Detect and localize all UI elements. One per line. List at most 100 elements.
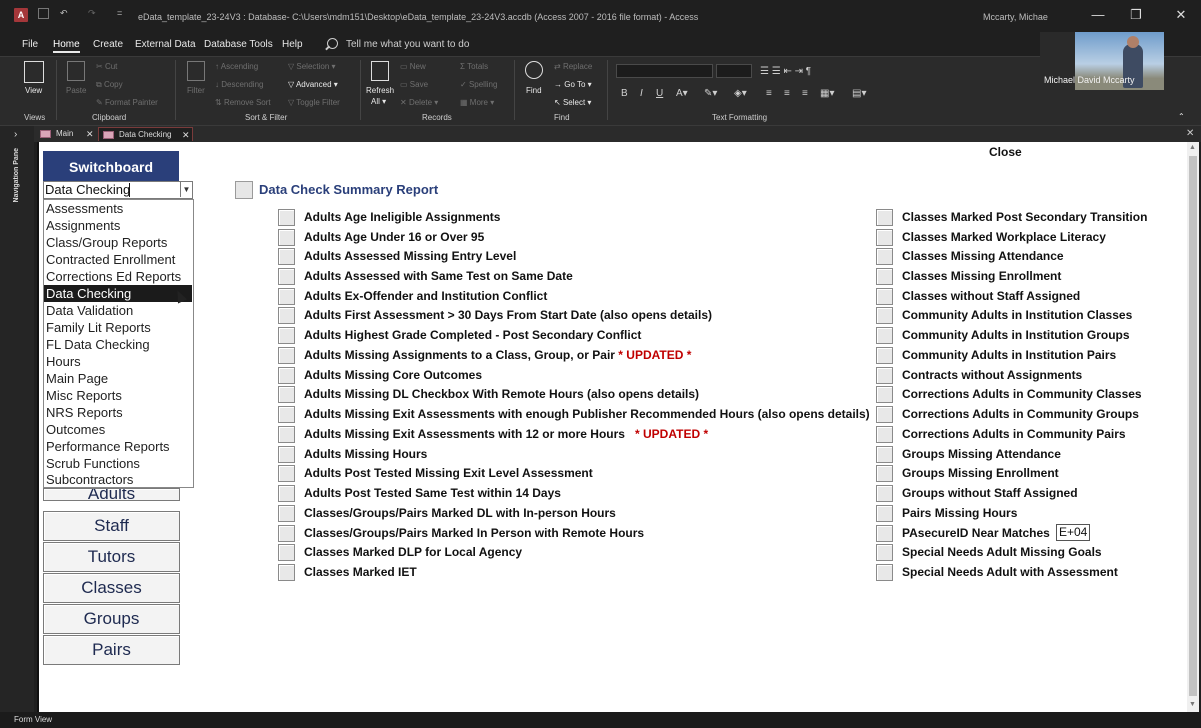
dropdown-option[interactable]: Corrections Ed Reports	[44, 268, 192, 285]
expand-nav-icon[interactable]: ›	[14, 129, 17, 140]
replace-button[interactable]: ⇄ Replace	[554, 62, 592, 71]
find-button[interactable]: Find	[526, 86, 542, 95]
advanced-button[interactable]: ▽ Advanced ▾	[288, 80, 338, 89]
report-button[interactable]	[876, 544, 893, 561]
scrollbar-thumb[interactable]	[1189, 156, 1197, 696]
refresh-all-sub[interactable]: All ▾	[371, 97, 386, 106]
tab-main[interactable]: Main ✕	[36, 127, 96, 141]
collapse-ribbon-icon[interactable]: ⌃	[1178, 112, 1185, 121]
dropdown-option[interactable]: Contracted Enrollment	[44, 251, 192, 268]
vertical-scrollbar[interactable]: ▲ ▼	[1187, 142, 1199, 712]
close-window-icon[interactable]: ✕	[1174, 8, 1188, 22]
menu-database-tools[interactable]: Database Tools	[204, 39, 273, 50]
report-button[interactable]	[876, 426, 893, 443]
report-button[interactable]	[876, 307, 893, 324]
font-name-combo[interactable]	[616, 64, 713, 78]
navigation-pane[interactable]	[0, 126, 34, 714]
minimize-icon[interactable]: —	[1091, 8, 1105, 22]
underline-button[interactable]: U	[656, 88, 663, 99]
customize-qat-icon[interactable]: =	[117, 8, 122, 18]
copy-button[interactable]: ⧉ Copy	[96, 80, 123, 90]
classes-button[interactable]: Classes	[43, 573, 180, 603]
font-size-combo[interactable]	[716, 64, 752, 78]
groups-button[interactable]: Groups	[43, 604, 180, 634]
paste-icon[interactable]	[67, 61, 85, 81]
paste-button[interactable]: Paste	[66, 86, 86, 95]
view-icon[interactable]	[24, 61, 44, 83]
close-tab-icon[interactable]: ✕	[182, 128, 190, 142]
menu-file[interactable]: File	[22, 39, 38, 50]
alternate-row-color-icon[interactable]: ▤▾	[852, 88, 866, 99]
bold-button[interactable]: B	[621, 88, 628, 99]
restore-icon[interactable]: ❐	[1129, 8, 1143, 22]
report-button[interactable]	[876, 386, 893, 403]
undo-icon[interactable]: ↶	[60, 8, 68, 19]
dropdown-option[interactable]: Assessments	[44, 200, 192, 217]
report-button[interactable]	[876, 229, 893, 246]
report-button[interactable]	[876, 564, 893, 581]
cut-button[interactable]: ✂ Cut	[96, 62, 117, 71]
menu-home[interactable]: Home	[53, 39, 80, 50]
dropdown-option[interactable]: Scrub Functions	[44, 455, 192, 472]
account-name[interactable]: Mccarty, Michae	[983, 12, 1048, 22]
report-button[interactable]	[278, 564, 295, 581]
remove-sort-button[interactable]: ⇅ Remove Sort	[215, 98, 271, 107]
staff-button[interactable]: Staff	[43, 511, 180, 541]
report-button[interactable]	[876, 446, 893, 463]
dropdown-option[interactable]: Hours	[44, 353, 192, 370]
report-button[interactable]	[278, 446, 295, 463]
filter-button[interactable]: Filter	[187, 86, 205, 95]
report-button[interactable]	[278, 327, 295, 344]
report-button[interactable]	[278, 465, 295, 482]
toggle-filter-button[interactable]: ▽ Toggle Filter	[288, 98, 340, 107]
highlight-icon[interactable]: ✎▾	[704, 88, 717, 99]
new-record-button[interactable]: ▭ New	[400, 62, 426, 71]
report-button[interactable]	[876, 268, 893, 285]
dropdown-option-selected[interactable]: Data Checking	[44, 285, 192, 302]
format-painter-button[interactable]: ✎ Format Painter	[96, 98, 158, 107]
refresh-all-button[interactable]: Refresh	[366, 86, 394, 95]
report-button[interactable]	[876, 327, 893, 344]
scroll-up-icon[interactable]: ▲	[1189, 144, 1196, 151]
refresh-icon[interactable]	[371, 61, 389, 81]
switchboard-combo-value[interactable]: Data Checking	[45, 182, 130, 197]
dropdown-option[interactable]: Family Lit Reports	[44, 319, 192, 336]
summary-report-button[interactable]	[235, 181, 253, 199]
pairs-button[interactable]: Pairs	[43, 635, 180, 665]
report-button[interactable]	[278, 485, 295, 502]
goto-button[interactable]: → Go To ▾	[554, 80, 592, 89]
report-button[interactable]	[278, 209, 295, 226]
tab-data-checking[interactable]: Data Checking ✕	[98, 127, 193, 141]
close-tab-icon[interactable]: ✕	[86, 127, 94, 141]
delete-record-button[interactable]: ✕ Delete ▾	[400, 98, 438, 107]
dropdown-option[interactable]: Misc Reports	[44, 387, 192, 404]
descending-button[interactable]: ↓ Descending	[215, 80, 263, 89]
dropdown-option[interactable]: Outcomes	[44, 421, 192, 438]
chevron-down-icon[interactable]: ▼	[180, 182, 192, 197]
dropdown-option[interactable]: Assignments	[44, 217, 192, 234]
report-button[interactable]	[278, 525, 295, 542]
dropdown-option[interactable]: NRS Reports	[44, 404, 192, 421]
select-button[interactable]: ↖ Select ▾	[554, 98, 591, 107]
menu-external-data[interactable]: External Data	[135, 39, 196, 50]
close-document-icon[interactable]: ✕	[1186, 128, 1194, 139]
report-button[interactable]	[876, 485, 893, 502]
spelling-button[interactable]: ✓ Spelling	[460, 80, 497, 89]
report-button[interactable]	[278, 386, 295, 403]
fill-color-icon[interactable]: ◈▾	[734, 88, 747, 99]
find-icon[interactable]	[525, 61, 543, 79]
view-button[interactable]: View	[25, 86, 42, 95]
tell-me-input[interactable]: Tell me what you want to do	[346, 39, 469, 50]
report-button[interactable]	[278, 288, 295, 305]
report-button[interactable]	[278, 307, 295, 324]
dropdown-option[interactable]: Performance Reports	[44, 438, 192, 455]
navigation-pane-label[interactable]: Navigation Pane	[13, 148, 20, 202]
report-button[interactable]	[278, 426, 295, 443]
align-center-icon[interactable]: ≡	[784, 88, 790, 99]
report-button[interactable]	[876, 209, 893, 226]
report-button[interactable]	[278, 268, 295, 285]
align-right-icon[interactable]: ≡	[802, 88, 808, 99]
gridlines-icon[interactable]: ▦▾	[820, 88, 834, 99]
near-match-threshold-field[interactable]: E+04	[1056, 524, 1090, 541]
dropdown-option[interactable]: Main Page	[44, 370, 192, 387]
